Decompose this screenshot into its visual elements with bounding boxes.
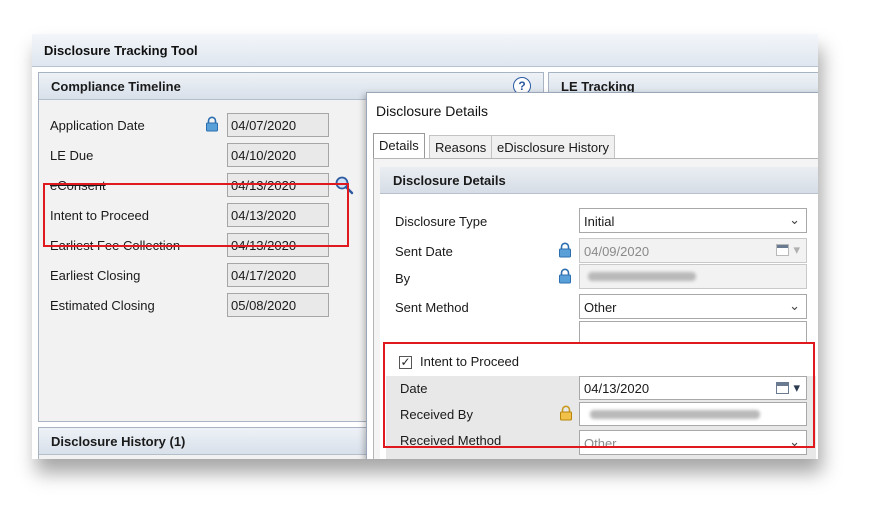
- tool-header: Disclosure Tracking Tool: [32, 34, 818, 67]
- details-section-title: Disclosure Details: [393, 173, 506, 188]
- by-field: [579, 264, 807, 289]
- sent-method-select[interactable]: Other ⌄: [579, 294, 807, 319]
- disclosure-type-select[interactable]: Initial ⌄: [579, 208, 807, 233]
- disclosure-history-title: Disclosure History (1): [51, 434, 186, 449]
- estimated-closing-label: Estimated Closing: [50, 298, 155, 313]
- calendar-icon: [776, 244, 789, 256]
- details-form: Disclosure Type Initial ⌄ Sent Date 04/0…: [380, 194, 818, 459]
- application-date-label: Application Date: [50, 118, 145, 133]
- sent-date-value: 04/09/2020: [584, 244, 650, 259]
- disclosure-type-value: Initial: [584, 214, 615, 229]
- application-date-field: 04/07/2020: [227, 113, 329, 137]
- intent-highlight-box: [43, 183, 349, 247]
- sent-method-label: Sent Method: [395, 300, 469, 315]
- details-section-header: Disclosure Details: [380, 167, 818, 194]
- disclosure-type-label: Disclosure Type: [395, 214, 488, 229]
- chevron-down-icon: ▾: [793, 242, 800, 257]
- tab-reasons[interactable]: Reasons: [429, 135, 493, 159]
- lock-icon: [559, 268, 571, 284]
- compliance-timeline-title: Compliance Timeline: [51, 79, 181, 94]
- tab-details[interactable]: Details: [373, 133, 425, 159]
- le-due-field: 04/10/2020: [227, 143, 329, 167]
- tool-title: Disclosure Tracking Tool: [44, 43, 198, 58]
- by-label: By: [395, 271, 411, 286]
- blurred-name: [588, 272, 696, 281]
- chevron-down-icon: ⌄: [789, 212, 800, 227]
- disclosure-details-dialog: Disclosure Details Details Reasons eDisc…: [366, 92, 818, 459]
- dialog-title: Disclosure Details: [376, 103, 489, 119]
- sent-date-label: Sent Date: [395, 244, 453, 259]
- chevron-down-icon: ⌄: [789, 298, 800, 313]
- lock-icon: [559, 242, 571, 258]
- earliest-closing-field: 04/17/2020: [227, 263, 329, 287]
- earliest-closing-label: Earliest Closing: [50, 268, 141, 283]
- tab-edisclosure-history[interactable]: eDisclosure History: [491, 135, 615, 159]
- estimated-closing-field: 05/08/2020: [227, 293, 329, 317]
- le-due-label: LE Due: [50, 148, 94, 163]
- intent-section-highlight: [383, 342, 815, 448]
- sent-method-value: Other: [584, 300, 617, 315]
- app-window: Disclosure Tracking Tool Compliance Time…: [32, 34, 818, 459]
- lock-icon: [206, 116, 218, 132]
- sent-method-other-input[interactable]: [579, 321, 807, 343]
- sent-date-field: 04/09/2020 ▾: [579, 238, 807, 263]
- details-tab-body: Disclosure Details Disclosure Type Initi…: [373, 158, 818, 459]
